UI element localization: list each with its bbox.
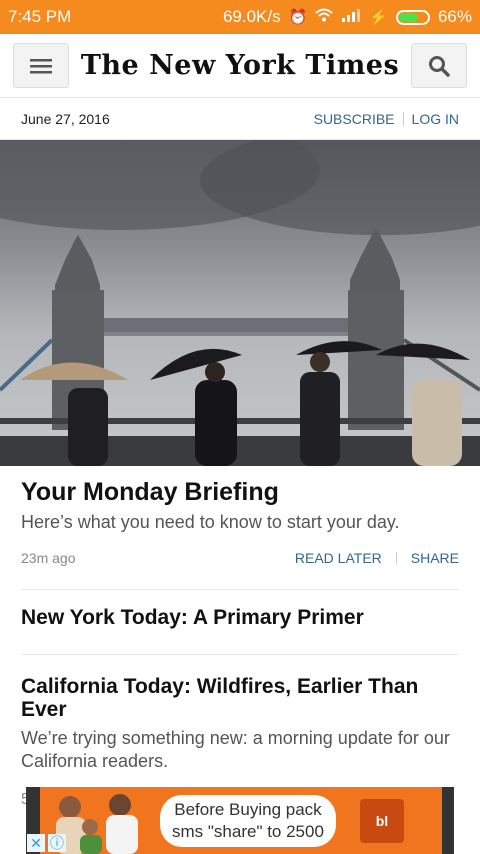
edition-date: June 27, 2016	[21, 110, 110, 127]
status-time: 7:45 PM	[8, 7, 72, 26]
network-speed: 69.0K/s	[222, 7, 281, 26]
hero-image[interactable]	[0, 140, 480, 466]
login-link[interactable]: LOG IN	[412, 111, 459, 127]
divider	[21, 654, 459, 655]
status-bar: 7:45 PM 69.0K/s ⏰ ⚡ 66%	[0, 0, 480, 34]
subscribe-link[interactable]: SUBSCRIBE	[314, 111, 395, 127]
charging-icon: ⚡	[369, 9, 388, 26]
ad-controls: ✕ ⓘ	[27, 834, 66, 854]
article-timestamp: 23m ago	[21, 550, 76, 566]
article-meta: 23m ago READ LATER SHARE	[21, 547, 459, 569]
article-summary: We’re trying something new: a morning up…	[21, 728, 450, 771]
battery-icon	[395, 9, 430, 25]
divider	[21, 589, 459, 590]
signal-icon	[341, 8, 361, 26]
app-header: The New York Times	[0, 34, 480, 98]
ad-close-icon[interactable]: ✕	[27, 834, 45, 852]
article-headline[interactable]: New York Today: A Primary Primer	[21, 606, 459, 630]
ad-message: Before Buying pack sms "share" to 2500	[160, 794, 336, 847]
article-summary: Here’s what you need to know to start yo…	[21, 512, 400, 532]
ad-logo: bl	[359, 798, 404, 843]
search-button[interactable]	[411, 43, 467, 88]
wifi-icon	[315, 8, 333, 26]
search-icon	[429, 55, 450, 77]
ad-banner[interactable]: Before Buying pack sms "share" to 2500 b…	[26, 787, 454, 854]
date-row: June 27, 2016 SUBSCRIBE LOG IN	[0, 98, 480, 140]
divider	[402, 111, 404, 126]
masthead-logo[interactable]: The New York Times	[81, 50, 399, 81]
read-later-button[interactable]: READ LATER	[295, 550, 382, 566]
share-button[interactable]: SHARE	[411, 550, 459, 566]
ad-info-icon[interactable]: ⓘ	[48, 834, 66, 852]
ad-line2: sms "share" to 2500	[172, 821, 324, 841]
article-headline[interactable]: Your Monday Briefing	[21, 478, 459, 507]
divider	[395, 552, 397, 564]
article-list: Your Monday Briefing Here’s what you nee…	[0, 478, 480, 773]
menu-button[interactable]	[13, 43, 69, 88]
hamburger-menu-icon	[30, 58, 52, 73]
ad-line1: Before Buying pack	[174, 799, 322, 819]
battery-percent: 66%	[437, 7, 472, 26]
article-headline[interactable]: California Today: Wildfires, Earlier Tha…	[21, 675, 459, 721]
tower-bridge-rain-photo	[0, 140, 480, 466]
alarm-icon: ⏰	[288, 9, 308, 26]
